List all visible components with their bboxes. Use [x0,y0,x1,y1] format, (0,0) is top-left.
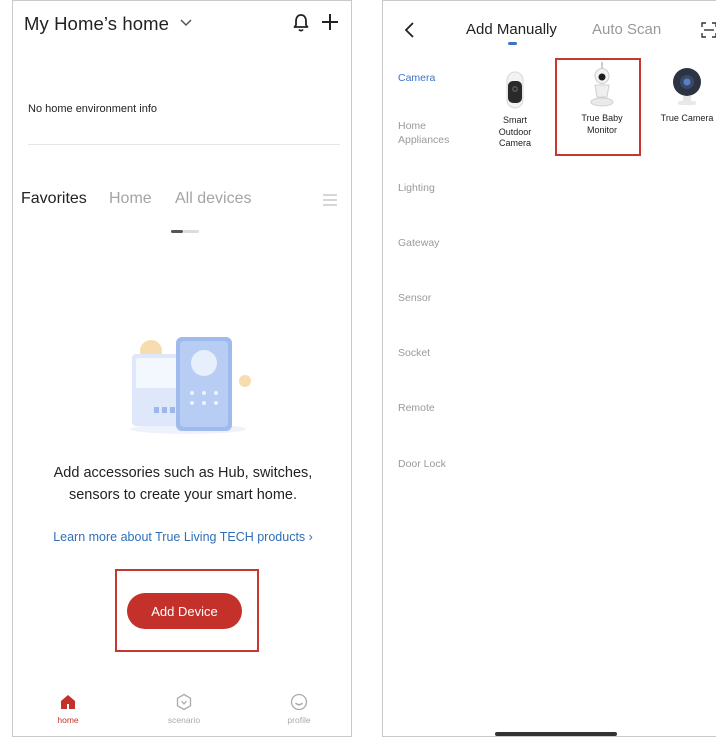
nav-profile[interactable]: profile [269,689,329,725]
chevron-down-icon[interactable] [179,18,193,28]
baby-monitor-icon [590,62,614,107]
profile-icon [290,693,308,711]
tab-favorites[interactable]: Favorites [21,190,87,208]
home-screen: My Home’s home No home environment info … [12,0,352,737]
environment-info: No home environment info [28,103,158,115]
home-selector[interactable]: My Home’s home [24,13,169,35]
category-remote[interactable]: Remote [398,401,435,415]
menu-icon[interactable] [322,193,338,207]
category-door-lock[interactable]: Door Lock [398,457,446,471]
device-label: Smart Outdoor Camera [498,115,532,148]
device-label: True Baby Monitor [581,113,623,135]
category-sensor[interactable]: Sensor [398,291,431,305]
tab-home[interactable]: Home [109,190,152,208]
home-header: My Home’s home [13,1,351,45]
plus-icon[interactable] [321,13,339,31]
add-device-button[interactable]: Add Device [127,593,242,629]
bottom-nav: home scenario profile [13,689,351,736]
device-true-baby-monitor[interactable]: True Baby Monitor [569,61,635,136]
category-socket[interactable]: Socket [398,346,430,360]
tab-indicator [508,42,517,45]
device-smart-outdoor-camera[interactable]: Smart Outdoor Camera [487,71,543,150]
category-home-appliances[interactable]: Home Appliances [398,119,449,147]
nav-home[interactable]: home [38,689,98,725]
category-lighting[interactable]: Lighting [398,181,435,195]
scan-icon[interactable] [701,22,716,38]
tab-auto-scan[interactable]: Auto Scan [592,21,661,38]
home-indicator [495,732,617,736]
outdoor-camera-icon [506,71,524,109]
empty-state-message: Add accessories such as Hub, switches, s… [53,465,313,503]
divider [28,144,340,145]
tab-add-manually[interactable]: Add Manually [466,21,557,38]
add-device-screen: Add Manually Auto Scan Camera Home Applia… [382,0,716,737]
device-label: True Camera [660,113,714,123]
scenario-icon [176,693,192,711]
indoor-camera-icon [673,68,701,105]
nav-home-label: home [57,715,79,725]
nav-scenario-label: scenario [167,715,201,725]
smart-home-illustration [130,337,251,434]
home-icon [61,695,75,709]
category-camera[interactable]: Camera [398,71,435,85]
back-icon[interactable] [403,21,415,39]
learn-more-link[interactable]: Learn more about True Living TECH produc… [13,530,351,544]
nav-scenario[interactable]: scenario [154,689,214,725]
page-indicator [171,230,199,233]
nav-profile-label: profile [287,715,311,725]
bell-icon[interactable] [293,13,309,33]
tab-all-devices[interactable]: All devices [175,190,251,208]
device-true-camera[interactable]: True Camera [652,67,716,125]
category-gateway[interactable]: Gateway [398,236,439,250]
